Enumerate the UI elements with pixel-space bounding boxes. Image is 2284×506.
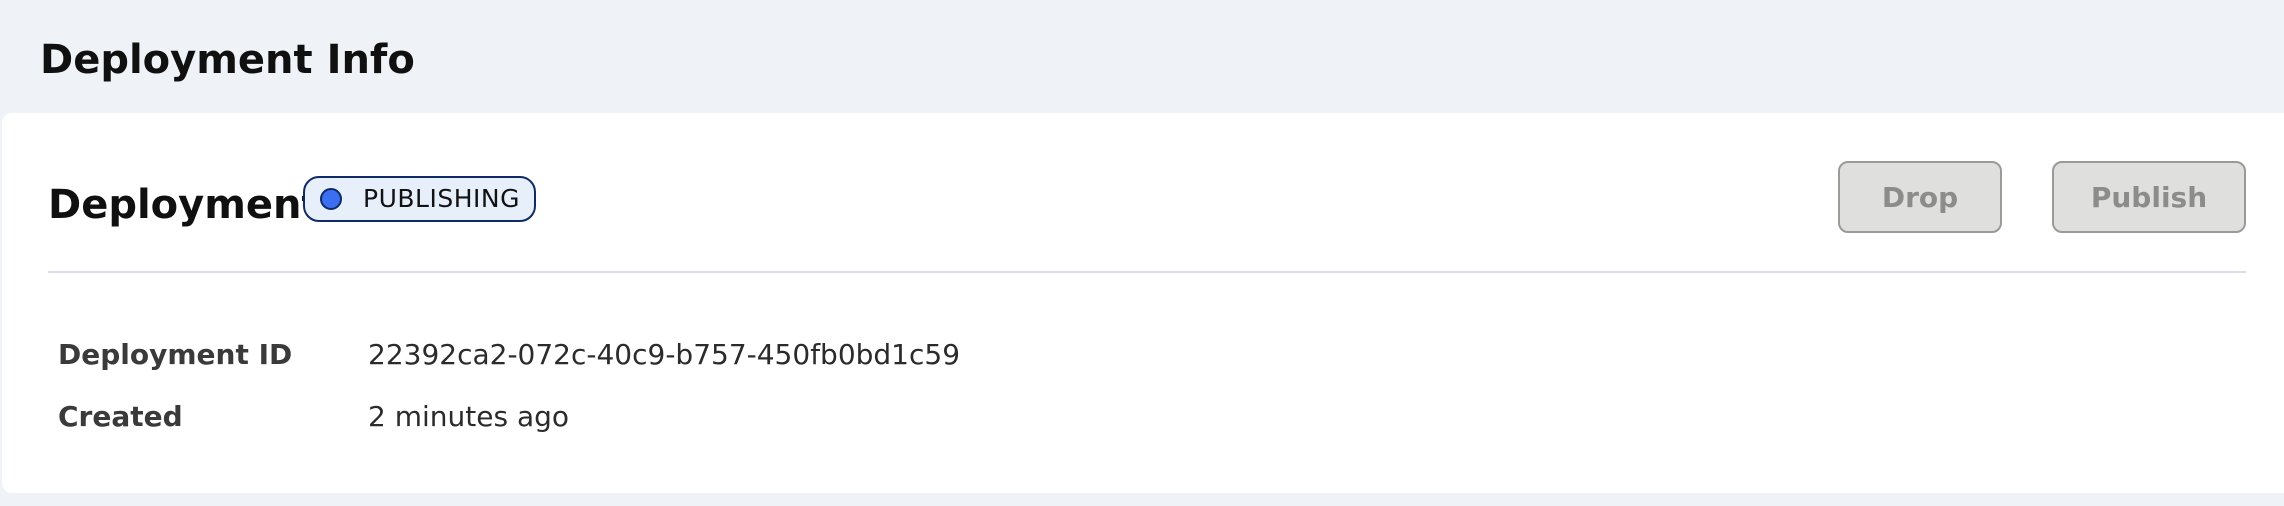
- status-dot-icon: [320, 188, 342, 210]
- page-title: Deployment Info: [40, 37, 415, 83]
- deployment-card: Deployment PUBLISHING Drop Publish Deplo…: [2, 113, 2284, 493]
- drop-button[interactable]: Drop: [1838, 161, 2002, 233]
- detail-row-created: Created 2 minutes ago: [58, 395, 1258, 457]
- publish-button[interactable]: Publish: [2052, 161, 2246, 233]
- deployment-id-value: 22392ca2-072c-40c9-b757-450fb0bd1c59: [368, 338, 961, 371]
- detail-row-deployment-id: Deployment ID 22392ca2-072c-40c9-b757-45…: [58, 333, 1258, 395]
- section-title: Deployment: [48, 182, 321, 228]
- created-label: Created: [58, 400, 183, 433]
- page-header: Deployment Info: [0, 0, 2284, 113]
- status-badge-label: PUBLISHING: [363, 184, 520, 213]
- created-value: 2 minutes ago: [368, 400, 570, 433]
- deployment-card-header: Deployment PUBLISHING Drop Publish: [48, 113, 2246, 273]
- deployment-id-label: Deployment ID: [58, 338, 293, 371]
- deployment-details: Deployment ID 22392ca2-072c-40c9-b757-45…: [58, 333, 1258, 457]
- status-badge: PUBLISHING: [303, 176, 536, 222]
- section-divider: [48, 271, 2246, 273]
